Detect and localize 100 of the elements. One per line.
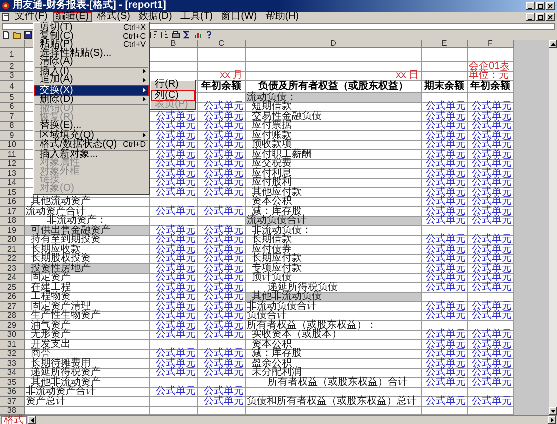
row-number[interactable]: 33: [0, 359, 25, 368]
close-button[interactable]: [546, 2, 555, 10]
row-number[interactable]: 1: [0, 48, 25, 62]
table-cell: [468, 48, 514, 62]
table-cell: [150, 216, 198, 226]
formula-cell: 公式单元: [468, 397, 514, 406]
menu-item[interactable]: 编辑(E): [52, 12, 92, 22]
menu-item[interactable]: 剪切(T) Ctrl+X: [34, 24, 149, 32]
menu-item[interactable]: 窗口(W): [218, 12, 260, 22]
row-number[interactable]: 19: [0, 226, 25, 236]
table-cell: 持有至到期投资: [25, 236, 150, 245]
table-cell: 交易性金融负债: [246, 112, 422, 122]
row-number[interactable]: 13: [0, 169, 25, 178]
formula-cell: 公式单元: [198, 112, 246, 122]
formula-cell: 公式单元: [150, 330, 198, 340]
menu-item[interactable]: 复制(C) Ctrl+C: [34, 32, 149, 41]
formula-cell: 公式单元: [468, 122, 514, 131]
row-number[interactable]: 9: [0, 131, 25, 140]
row-number[interactable]: 11: [0, 150, 25, 160]
table-cell: 其他非流动负债: [246, 292, 422, 302]
menu-item[interactable]: 替换(E)...: [34, 122, 149, 130]
formula-cell: 公式单元: [422, 207, 468, 216]
formula-cell: 公式单元: [198, 397, 246, 406]
menu-item[interactable]: 行(R): [151, 81, 195, 90]
formula-cell: 公式单元: [198, 169, 246, 178]
formula-cell: 公式单元: [468, 188, 514, 198]
row-number[interactable]: 25: [0, 283, 25, 292]
note-text: xx 日: [246, 72, 422, 81]
row-number[interactable]: 35: [0, 378, 25, 388]
formula-cell: 公式单元: [468, 340, 514, 350]
table-cell: [422, 72, 468, 81]
formula-cell: 公式单元: [150, 236, 198, 245]
table-cell: 投资性房地产: [25, 264, 150, 274]
table-cell: 流动负债合计: [246, 216, 422, 226]
table-cell: [422, 292, 468, 302]
formula-cell: 公式单元: [198, 150, 246, 160]
formula-cell: 公式单元: [468, 283, 514, 292]
formula-cell: 公式单元: [422, 160, 468, 169]
formula-cell: 公式单元: [422, 254, 468, 264]
menu-item[interactable]: 数据(D): [135, 12, 176, 22]
menu-item[interactable]: 帮助(H): [262, 12, 302, 22]
formula-cell: 公式单元: [468, 350, 514, 359]
formula-cell: 公式单元: [150, 312, 198, 321]
menu-item[interactable]: 追加(A): [34, 76, 149, 84]
menu-item[interactable]: 清除(A): [34, 58, 149, 66]
menu-item[interactable]: 文件(F): [12, 12, 51, 22]
formula-cell: 公式单元: [422, 340, 468, 350]
menu-item[interactable]: 交换(X): [34, 84, 149, 96]
formula-cell: 公式单元: [198, 312, 246, 321]
table-cell: 减：库存股: [246, 350, 422, 359]
formula-cell: 公式单元: [468, 245, 514, 254]
close-button[interactable]: [546, 13, 555, 21]
table-cell: 短期借款: [246, 102, 422, 112]
formula-cell: 公式单元: [198, 188, 246, 198]
table-cell: 可供出售金融资产: [25, 226, 150, 236]
table-cell: 资本公积: [246, 340, 422, 350]
formula-cell: 公式单元: [468, 112, 514, 122]
row-number[interactable]: 2: [0, 62, 25, 72]
table-cell: [150, 378, 198, 388]
menu-item[interactable]: 区域填充(Q): [34, 132, 149, 140]
table-cell: 非流动负债合计: [246, 302, 422, 312]
row-number[interactable]: 27: [0, 302, 25, 312]
row-number[interactable]: 21: [0, 245, 25, 254]
row-number[interactable]: 17: [0, 207, 25, 216]
menu-item[interactable]: 粘贴(P) Ctrl+V: [34, 41, 149, 50]
scroll-right-button[interactable]: [548, 416, 556, 424]
formula-cell: 公式单元: [422, 283, 468, 292]
table-cell: 负债合计: [246, 312, 422, 321]
row-number[interactable]: 23: [0, 264, 25, 274]
formula-cell: 公式单元: [422, 112, 468, 122]
scroll-up-button[interactable]: [549, 40, 557, 48]
menu-item[interactable]: 格式(S): [94, 12, 134, 22]
menu-item[interactable]: 删除(D): [34, 96, 149, 104]
close-icon: [547, 2, 554, 10]
column-title: 期末余额: [422, 81, 468, 93]
tab-scroll-button[interactable]: [28, 416, 36, 424]
sum-icon: [183, 31, 191, 39]
row-number[interactable]: 7: [0, 112, 25, 122]
formula-cell: 公式单元: [198, 254, 246, 264]
row-number[interactable]: 15: [0, 188, 25, 198]
row-number[interactable]: 4: [0, 81, 25, 93]
table-cell: [422, 62, 468, 72]
menu-item[interactable]: 插入新对象...: [34, 150, 149, 159]
row-number[interactable]: 37: [0, 397, 25, 406]
row-number[interactable]: 31: [0, 340, 25, 350]
table-cell: 应付账款: [246, 131, 422, 140]
row-number[interactable]: 5: [0, 93, 25, 102]
sheet-tab[interactable]: 格式: [1, 416, 27, 424]
minimize-button[interactable]: [526, 13, 535, 21]
menu-item[interactable]: 列(C): [151, 90, 195, 100]
table-cell: [198, 378, 246, 388]
menu-item[interactable]: 工具(T): [177, 12, 216, 22]
row-number[interactable]: 29: [0, 321, 25, 330]
table-cell: 在建工程: [25, 283, 150, 292]
formula-cell: 公式单元: [468, 312, 514, 321]
minimize-button[interactable]: [526, 2, 535, 10]
menu-item[interactable]: 插入(I): [34, 68, 149, 76]
scroll-down-button[interactable]: [549, 407, 557, 415]
menu-item[interactable]: 选择性粘贴(S)...: [34, 50, 149, 58]
menu-item[interactable]: 格式/数据状态(Q) Ctrl+D: [34, 141, 149, 150]
